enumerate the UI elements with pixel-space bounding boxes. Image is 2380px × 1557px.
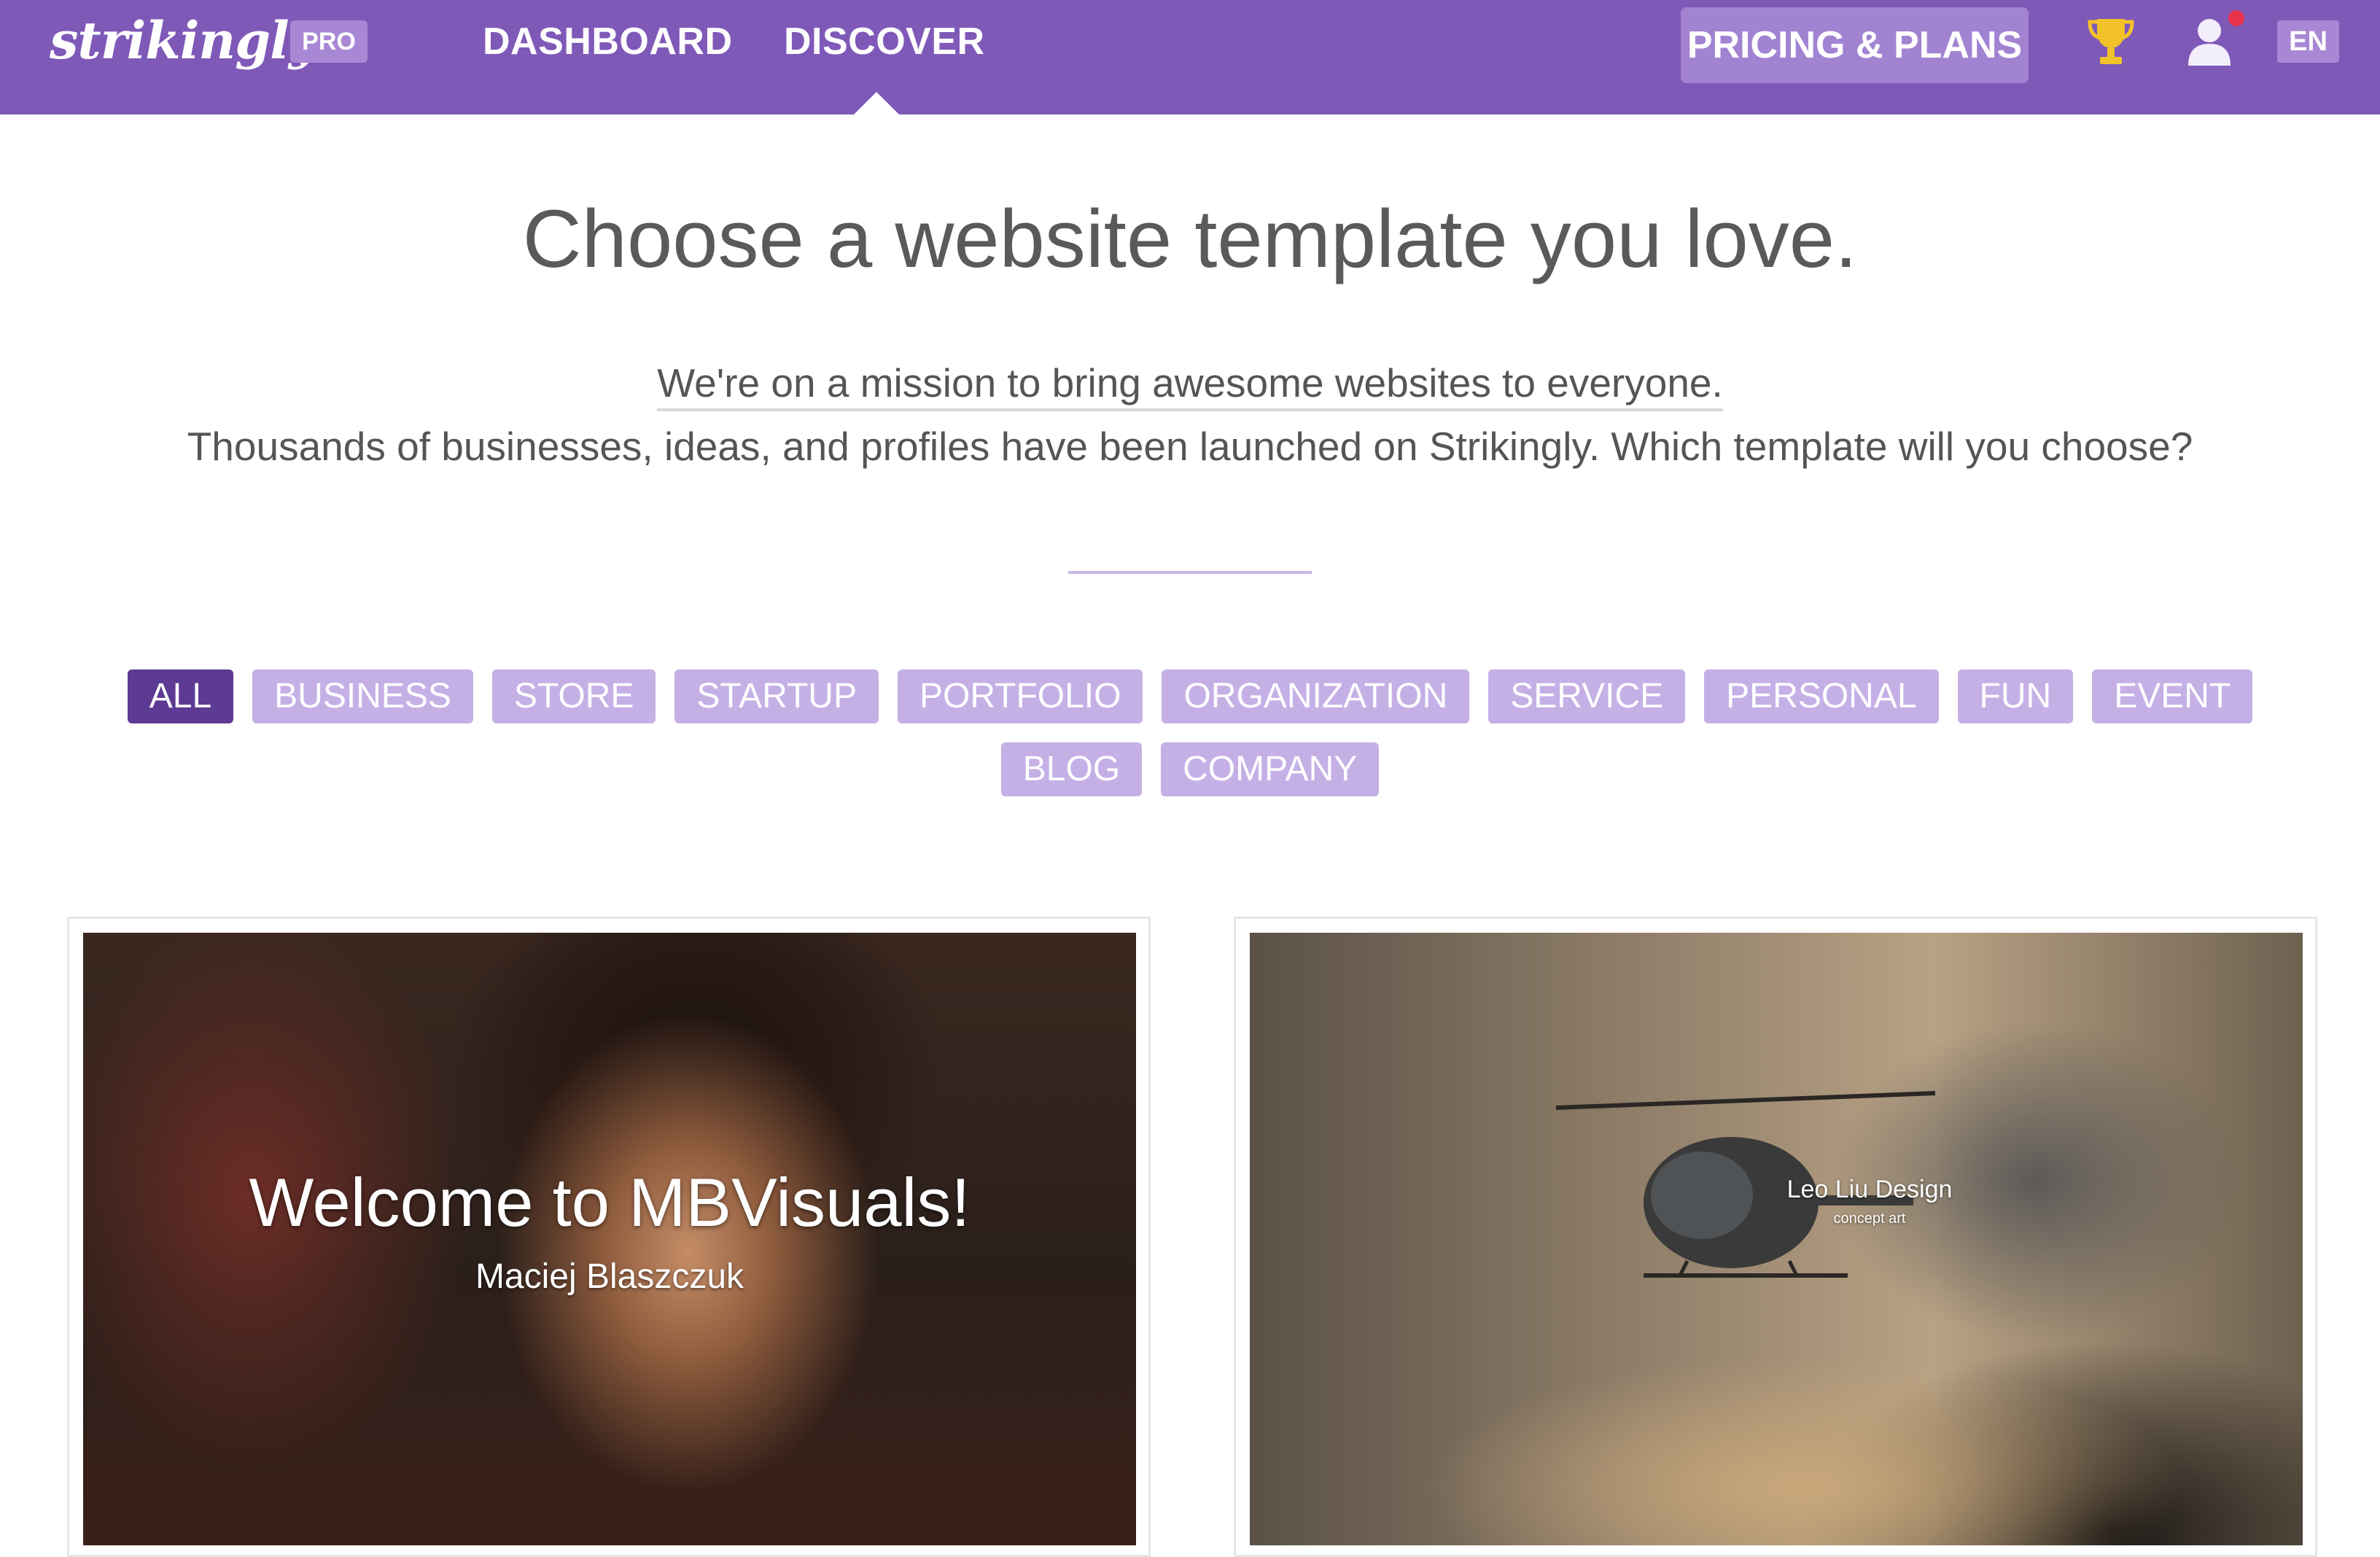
mission-link[interactable]: We're on a mission to bring awesome webs… — [657, 360, 1723, 411]
template-subtitle: Maciej Blaszczuk — [475, 1257, 744, 1296]
template-title: Welcome to MBVisuals! — [249, 1164, 971, 1240]
nav-discover-link[interactable]: DISCOVER — [784, 16, 985, 67]
active-nav-indicator — [853, 92, 900, 115]
template-subtitle: concept art — [1833, 1211, 1906, 1227]
filter-blog[interactable]: BLOG — [1000, 742, 1143, 796]
page-headline: Choose a website template you love. — [522, 193, 1858, 284]
template-card-leo-liu[interactable]: Leo Liu Design concept art — [1234, 917, 2317, 1557]
nav-dashboard-link[interactable]: DASHBOARD — [483, 16, 733, 67]
filter-event[interactable]: EVENT — [2092, 669, 2253, 723]
sub-description: Thousands of businesses, ideas, and prof… — [187, 424, 2193, 469]
trophy-icon[interactable] — [2087, 16, 2135, 67]
filter-company[interactable]: COMPANY — [1161, 742, 1380, 796]
category-filters: ALL BUSINESS STORE STARTUP PORTFOLIO ORG… — [124, 669, 2256, 796]
filter-service[interactable]: SERVICE — [1488, 669, 1686, 723]
filter-business[interactable]: BUSINESS — [252, 669, 473, 723]
filter-startup[interactable]: STARTUP — [674, 669, 879, 723]
filter-organization[interactable]: ORGANIZATION — [1162, 669, 1470, 723]
top-navbar: strikingly PRO DASHBOARD DISCOVER PRICIN… — [0, 0, 2380, 115]
template-card-mbvisuals[interactable]: Welcome to MBVisuals! Maciej Blaszczuk — [67, 917, 1151, 1557]
template-title: Leo Liu Design — [1786, 1176, 1953, 1203]
pro-badge: PRO — [290, 20, 368, 63]
filter-all[interactable]: ALL — [127, 669, 234, 723]
user-icon[interactable] — [2184, 15, 2235, 67]
strikingly-logo[interactable]: strikingly — [50, 10, 318, 71]
language-selector[interactable]: EN — [2277, 20, 2339, 63]
filter-fun[interactable]: FUN — [1957, 669, 2074, 723]
mission-text: We're on a mission to bring awesome webs… — [0, 354, 2380, 412]
section-divider — [1068, 571, 1312, 574]
filter-store[interactable]: STORE — [491, 669, 656, 723]
notification-dot — [2228, 10, 2244, 26]
template-preview-image[interactable]: Leo Liu Design concept art — [1250, 933, 2303, 1545]
filter-portfolio[interactable]: PORTFOLIO — [897, 669, 1143, 723]
pricing-plans-button[interactable]: PRICING & PLANS — [1681, 7, 2029, 83]
template-preview-image[interactable]: Welcome to MBVisuals! Maciej Blaszczuk — [83, 933, 1136, 1545]
filter-personal[interactable]: PERSONAL — [1704, 669, 1939, 723]
